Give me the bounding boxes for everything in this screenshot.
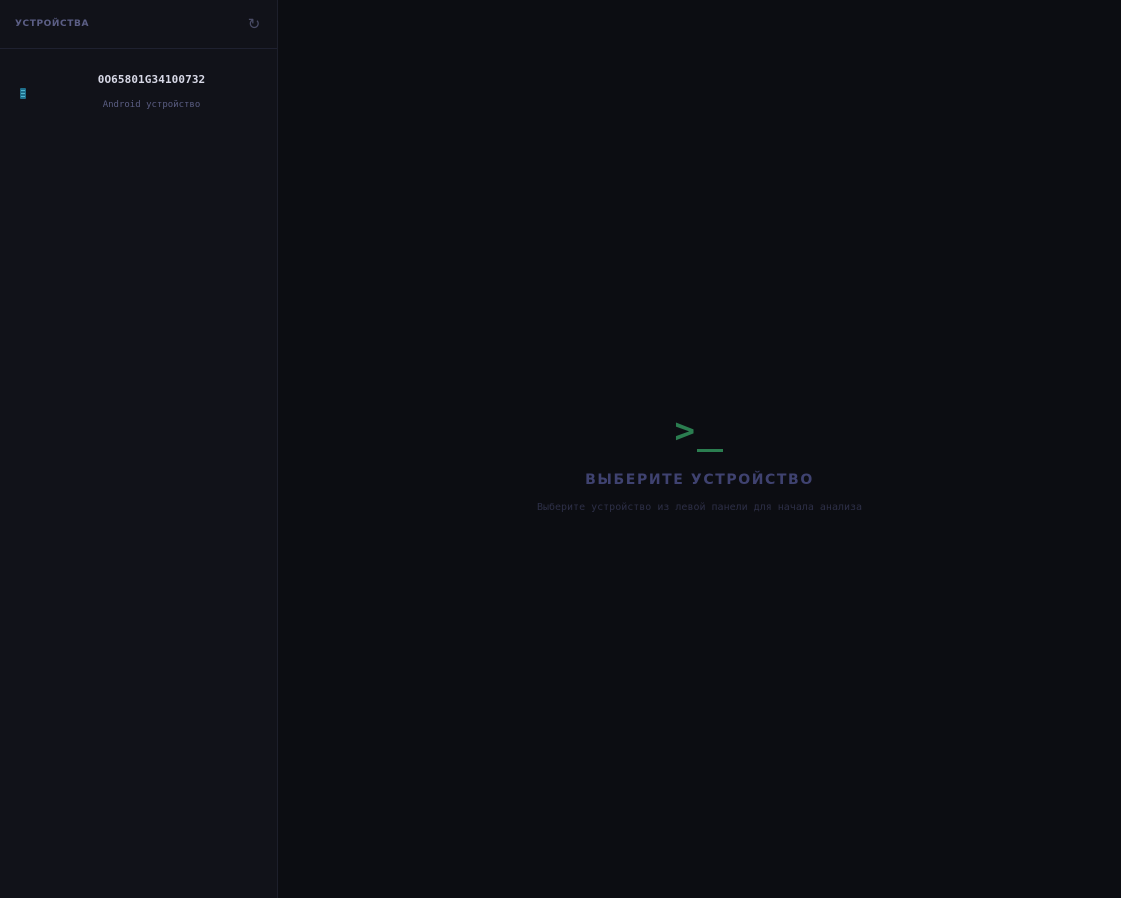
device-type: Android устройство [102,100,201,110]
empty-state: > ВЫБЕРИТЕ УСТРОЙСТВО Выберите устройств… [278,414,1121,513]
device-info: 0O65801G34100732 Android устройство [26,73,277,110]
main-panel: > ВЫБЕРИТЕ УСТРОЙСТВО Выберите устройств… [278,0,1121,898]
sidebar-header: УСТРОЙСТВА ↻ [0,0,277,49]
device-list-item[interactable]: 0O65801G34100732 Android устройство [0,49,277,121]
terminal-chevron: > [674,411,695,451]
terminal-cursor [696,449,723,452]
device-serial: 0O65801G34100732 [97,73,206,86]
terminal-prompt-icon: > [675,414,725,454]
device-list: 0O65801G34100732 Android устройство [0,49,277,121]
empty-state-title: ВЫБЕРИТЕ УСТРОЙСТВО [585,472,814,488]
empty-state-subtitle: Выберите устройство из левой панели для … [536,502,863,513]
refresh-button[interactable]: ↻ [245,15,263,33]
refresh-icon: ↻ [247,14,261,33]
devices-sidebar: УСТРОЙСТВА ↻ 0O65801G34100732 Android ус… [0,0,278,898]
app-window: УСТРОЙСТВА ↻ 0O65801G34100732 Android ус… [0,0,1121,898]
sidebar-title: УСТРОЙСТВА [15,19,90,29]
